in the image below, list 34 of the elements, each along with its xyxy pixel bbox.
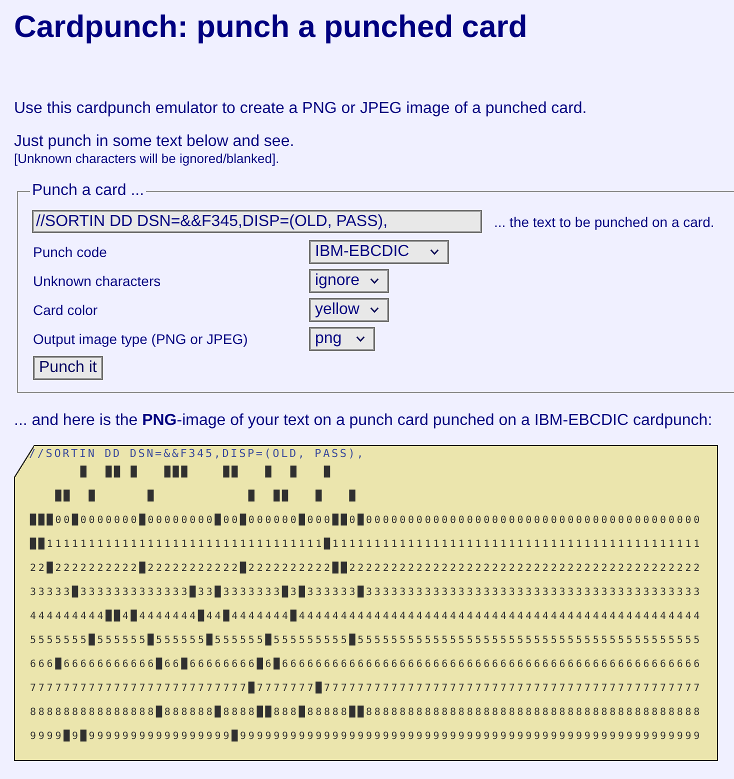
chevron-down-icon bbox=[356, 336, 365, 342]
intro-text: Use this cardpunch emulator to create a PNG or JPEG image of a punched card. bbox=[14, 100, 587, 118]
option-dropdown[interactable]: ignore bbox=[309, 269, 389, 293]
punch-row-text: 9999█9█99999999999999999█9999999999999999999999999999999999999999999999999999999 bbox=[30, 728, 702, 744]
punch-row-text: █ ██ █ ███ ██ █ █ █ bbox=[79, 464, 332, 480]
punch-row-text: ███00█0000000█00000000█00█000000█000██0█0000000000000000000000000000000000000000 bbox=[30, 512, 702, 528]
punch-row-text: ██111111111111111111111111111111111█11111111111111111111111111111111111111111111 bbox=[30, 536, 702, 552]
result-caption: ... and here is the PNG-image of your text on a punch card punched on a IBM-EBCDIC cardpunch: bbox=[14, 412, 712, 430]
chevron-down-icon bbox=[430, 249, 439, 255]
text-input-field[interactable]: //SORTIN DD DSN=&&F345,DISP=(OLD, PASS), bbox=[32, 210, 482, 233]
note-text: [Unknown characters will be ignored/blanked]. bbox=[14, 151, 280, 166]
chevron-down-icon bbox=[370, 278, 379, 284]
chevron-down-icon bbox=[370, 307, 379, 313]
punch-row-text: ██ █ █ █ ██ █ █ bbox=[54, 488, 358, 504]
punch-row-text: 444444444██4█4444444█44█4444444█444444444444444444444444444444444444444444444444 bbox=[30, 608, 702, 624]
option-label: Card color bbox=[33, 302, 98, 318]
option-label: Punch code bbox=[33, 244, 107, 260]
punch-row-text: 666█66666666666█66█66666666█6█66666666666666666666666666666666666666666666666666 bbox=[30, 656, 702, 672]
option-dropdown[interactable]: png bbox=[309, 327, 375, 351]
punch-it-button[interactable]: Punch it bbox=[33, 356, 103, 380]
punch-row-text: 22█2222222222█22222222222█2222222222██222222222222222222222222222222222222222222 bbox=[30, 560, 702, 576]
page-title: Cardpunch: punch a punched card bbox=[14, 9, 528, 45]
intro-text: Just punch in some text below and see. bbox=[14, 133, 294, 151]
panel-legend: Punch a card ... bbox=[30, 182, 146, 200]
punch-row-text: 77777777777777777777777777█7777777█777777777777777777777777777777777777777777777 bbox=[30, 680, 702, 696]
option-dropdown[interactable]: IBM-EBCDIC bbox=[309, 240, 449, 264]
option-label: Output image type (PNG or JPEG) bbox=[33, 331, 248, 347]
option-dropdown[interactable]: yellow bbox=[309, 298, 389, 322]
card-printed-text: //SORTIN DD DSN=&&F345,DISP=(OLD, PASS), bbox=[29, 447, 366, 461]
punch-row-text: 888888888888888█888888█8888██888█88888██8888888888888888888888888888888888888888 bbox=[30, 704, 702, 720]
punch-row-text: 5555555█555555█555555█555555█555555555█55555555555555555555555555555555555555555 bbox=[30, 632, 702, 648]
option-label: Unknown characters bbox=[33, 273, 161, 289]
punch-row-text: 33333█3333333333333█33█3333333█3█333333█3333333333333333333333333333333333333333 bbox=[30, 584, 702, 600]
input-hint-text: ... the text to be punched on a card. bbox=[494, 214, 714, 230]
